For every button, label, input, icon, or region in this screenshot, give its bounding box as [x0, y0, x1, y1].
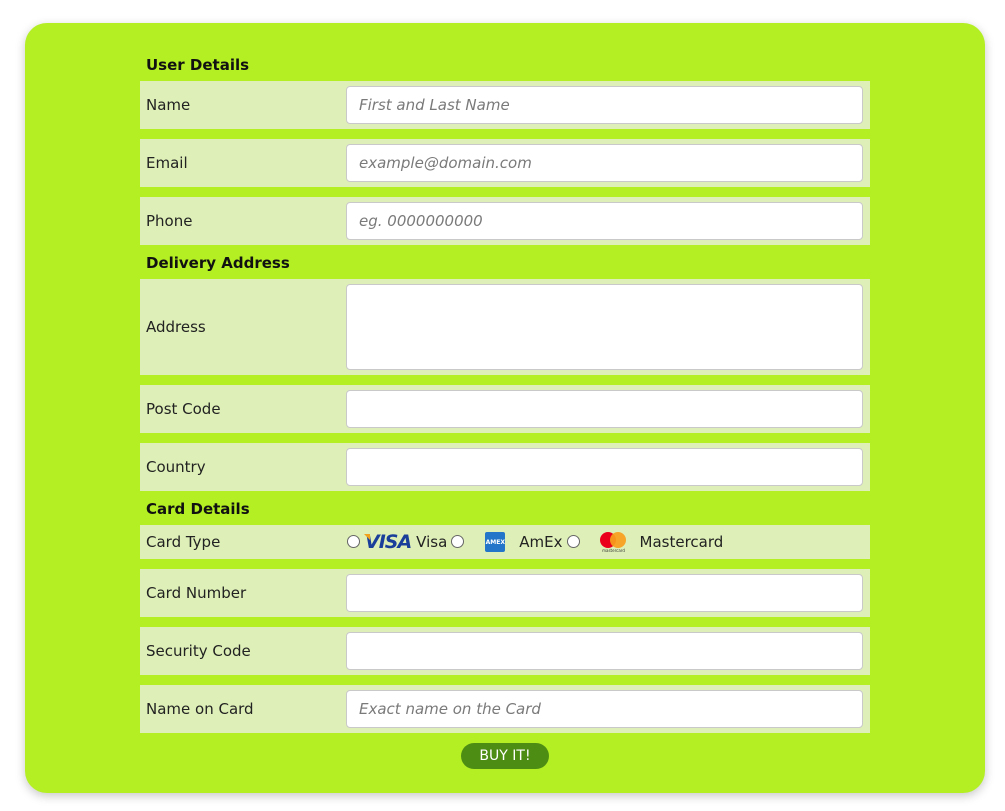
visa-logo-icon: VISA [364, 531, 412, 553]
card-type-amex-radio[interactable] [451, 534, 465, 548]
card-number-input[interactable] [346, 574, 863, 612]
address-textarea[interactable] [346, 284, 863, 370]
phone-label: Phone [146, 212, 193, 230]
row-email: Email [140, 139, 870, 187]
name-on-card-label: Name on Card [146, 700, 254, 718]
email-input[interactable] [346, 144, 863, 182]
name-input[interactable] [346, 86, 863, 124]
card-type-visa-label: Visa [416, 533, 448, 551]
address-label: Address [146, 318, 206, 336]
row-name-on-card: Name on Card [140, 685, 870, 733]
security-code-label: Security Code [146, 642, 251, 660]
card-type-options: VISA Visa AMEX AmEx mastercard Mastercar… [346, 525, 723, 559]
country-label: Country [146, 458, 206, 476]
card-type-amex-label: AmEx [519, 533, 563, 551]
amex-logo-icon: AMEX [485, 532, 506, 552]
card-type-mastercard-label: Mastercard [639, 533, 724, 551]
row-card-type: Card Type VISA Visa AMEX AmEx mastercard… [140, 525, 870, 559]
name-label: Name [146, 96, 191, 114]
card-number-label: Card Number [146, 584, 247, 602]
section-title-user-details: User Details [146, 56, 250, 74]
row-address: Address [140, 279, 870, 375]
order-form-panel: User Details Name Email Phone Delivery A… [25, 23, 985, 793]
country-input[interactable] [346, 448, 863, 486]
security-code-input[interactable] [346, 632, 863, 670]
section-title-delivery-address: Delivery Address [146, 254, 290, 272]
phone-input[interactable] [346, 202, 863, 240]
card-type-mastercard-radio[interactable] [566, 534, 580, 548]
row-card-number: Card Number [140, 569, 870, 617]
row-post-code: Post Code [140, 385, 870, 433]
row-country: Country [140, 443, 870, 491]
row-security-code: Security Code [140, 627, 870, 675]
mastercard-logo-icon: mastercard [599, 531, 628, 553]
card-type-visa-radio[interactable] [347, 534, 360, 548]
section-title-card-details: Card Details [146, 500, 250, 518]
email-label: Email [146, 154, 188, 172]
card-type-label: Card Type [146, 533, 221, 551]
name-on-card-input[interactable] [346, 690, 863, 728]
buy-button[interactable]: BUY IT! [461, 743, 549, 769]
post-code-input[interactable] [346, 390, 863, 428]
post-code-label: Post Code [146, 400, 221, 418]
row-name: Name [140, 81, 870, 129]
row-phone: Phone [140, 197, 870, 245]
